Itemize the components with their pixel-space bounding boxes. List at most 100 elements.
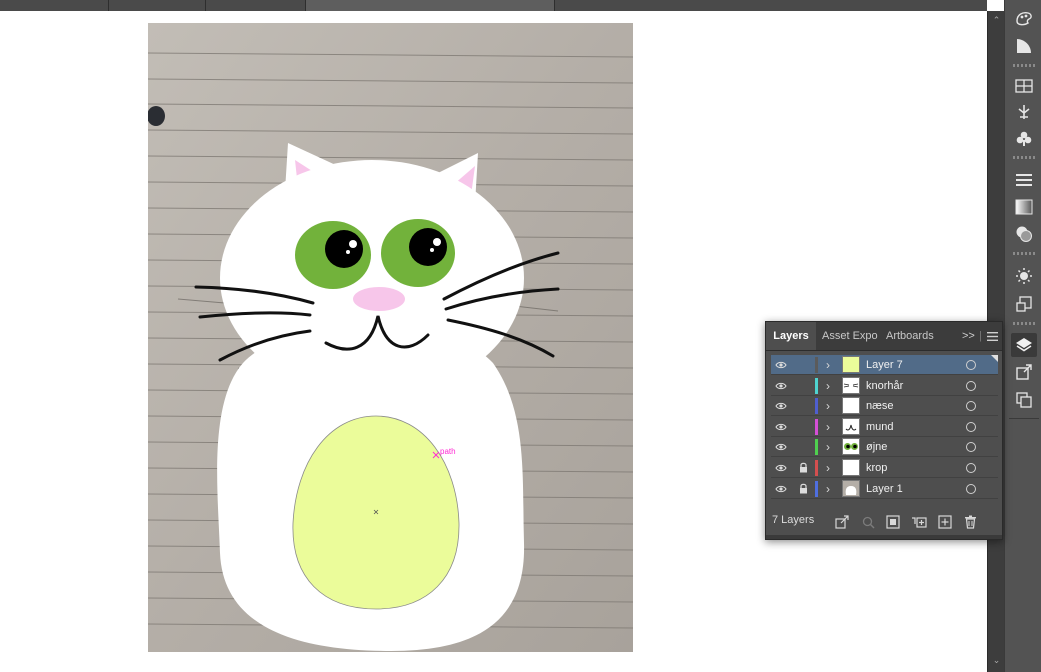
right-panel-dock [1004,0,1041,672]
layer-name[interactable]: mund [866,417,894,437]
panel-resize-bar[interactable] [766,535,1002,539]
scroll-down-icon[interactable]: ⌄ [988,655,1005,666]
layer-name[interactable]: krop [866,458,887,478]
lock-toggle[interactable] [797,379,809,393]
layer-thumbnail [842,417,860,435]
cat-head[interactable] [220,160,524,396]
tab-artboards[interactable]: Artboards [886,322,946,350]
expand-chevron-icon[interactable]: › [823,377,833,395]
layer-thumbnail [842,438,860,456]
layer-target-circle-icon[interactable] [966,442,976,453]
artboard[interactable]: path [148,23,633,652]
export-icon[interactable] [834,514,850,530]
gradient-icon[interactable] [1011,195,1037,219]
layer-name[interactable]: Layer 1 [866,479,903,499]
layer-list: › Layer 7 › knorhår › næse › mund › øjne… [771,355,998,499]
hamburger-menu-icon[interactable] [987,322,998,350]
libraries-icon[interactable] [1011,74,1037,98]
symbols-icon[interactable] [1011,127,1037,151]
graphic-styles-icon[interactable] [1011,292,1037,316]
gradient-guide-icon[interactable] [1011,34,1037,58]
lock-toggle[interactable] [797,420,809,434]
document-tab-1[interactable] [0,0,60,11]
layer-target-circle-icon[interactable] [966,462,976,473]
lock-toggle[interactable] [797,358,809,372]
cat-illustration[interactable]: path [194,143,560,651]
selected-art-indicator [991,355,998,362]
layer-count: 7 Layers [772,514,815,526]
path-hover-label: path [440,447,456,456]
layer-color-swatch [815,459,818,476]
expand-chevron-icon[interactable]: › [823,438,833,456]
layer-row-layer-1[interactable]: › Layer 1 [771,479,998,499]
expand-chevron-icon[interactable]: › [823,418,833,436]
panel-overflow-button[interactable]: >> [962,322,975,350]
panel-footer: 7 Layers [766,510,1002,534]
layer-target-circle-icon[interactable] [966,421,976,432]
layer-target-circle-icon[interactable] [966,380,976,391]
lock-toggle[interactable] [797,399,809,413]
layer-color-swatch [815,377,818,394]
layer-target-circle-icon[interactable] [966,360,976,370]
stroke-icon[interactable] [1011,168,1037,192]
lock-icon[interactable] [797,461,809,475]
layer-row-mund[interactable]: › mund [771,417,998,437]
visibility-eye-icon[interactable] [774,358,788,372]
export-asset-icon[interactable] [1011,360,1037,384]
expand-chevron-icon[interactable]: › [823,356,833,374]
layer-target-circle-icon[interactable] [966,483,976,494]
layers-panel: Layers Asset Expo Artboards >> | › Layer… [765,321,1003,540]
tab-asset-export[interactable]: Asset Expo [822,322,880,350]
layer-thumbnail [842,458,860,476]
layer-thumbnail [842,376,860,394]
visibility-eye-icon[interactable] [774,440,788,454]
layer-name[interactable]: Layer 7 [866,355,903,375]
document-tab-active[interactable] [306,0,554,11]
appearance-icon[interactable] [1011,264,1037,288]
puppet-warp-icon[interactable] [1011,100,1037,124]
search-icon[interactable] [860,514,876,530]
layer-row-layer-7[interactable]: › Layer 7 [771,355,998,375]
document-tab-bar [0,0,987,11]
layer-thumbnail [842,356,860,373]
visibility-eye-icon[interactable] [774,379,788,393]
visibility-eye-icon[interactable] [774,461,788,475]
color-themes-icon[interactable] [1011,6,1037,30]
document-tab-2[interactable] [110,0,200,11]
layer-color-swatch [815,439,818,456]
tab-layers[interactable]: Layers [766,322,816,350]
lock-icon[interactable] [797,482,809,496]
panel-tab-bar: Layers Asset Expo Artboards >> | [766,322,1002,351]
layer-row-krop[interactable]: › krop [771,458,998,478]
trash-icon[interactable] [962,514,978,530]
layer-color-swatch [815,357,818,373]
cat-nose[interactable] [353,287,405,311]
layer-color-swatch [815,398,818,415]
layer-name[interactable]: næse [866,396,894,416]
visibility-eye-icon[interactable] [774,420,788,434]
layer-color-swatch [815,480,818,497]
layer-thumbnail [842,479,860,497]
expand-chevron-icon[interactable]: › [823,397,833,415]
layer-color-swatch [815,418,818,435]
new-sublayer-icon[interactable] [911,514,927,530]
layer-thumbnail [842,397,860,415]
visibility-eye-icon[interactable] [774,482,788,496]
new-layer-icon[interactable] [937,514,953,530]
scroll-up-icon[interactable]: ⌃ [988,15,1005,26]
artboards-icon[interactable] [1011,388,1037,412]
visibility-eye-icon[interactable] [774,399,788,413]
layer-target-circle-icon[interactable] [966,401,976,412]
layers-icon[interactable] [1011,333,1037,357]
document-tab-3[interactable] [207,0,302,11]
layer-row-naese[interactable]: › næse [771,396,998,417]
expand-chevron-icon[interactable]: › [823,459,833,477]
layer-name[interactable]: knorhår [866,376,903,396]
layer-name[interactable]: øjne [866,437,887,457]
expand-chevron-icon[interactable]: › [823,480,833,498]
transparency-icon[interactable] [1011,222,1037,246]
layer-row-knorhar[interactable]: › knorhår [771,376,998,396]
clipping-mask-icon[interactable] [885,514,901,530]
lock-toggle[interactable] [797,440,809,454]
layer-row-ojne[interactable]: › øjne [771,437,998,458]
